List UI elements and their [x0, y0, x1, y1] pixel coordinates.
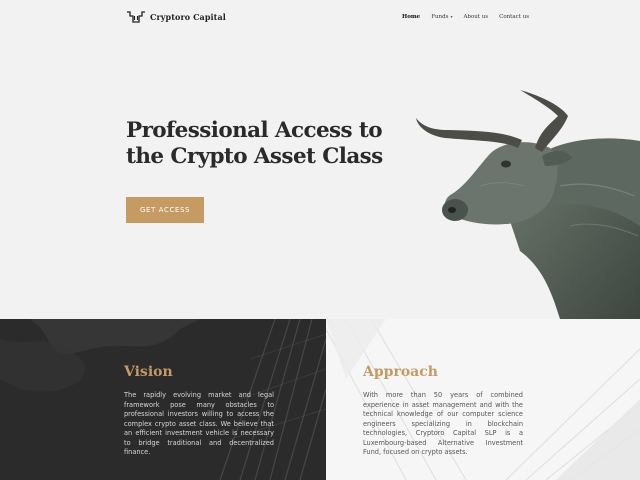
nav-about[interactable]: About us: [463, 14, 488, 20]
bull-horns-icon: [127, 11, 145, 23]
headline-line-2: the Crypto Asset Class: [126, 144, 383, 169]
main-menu: Home Funds ▾ About us Contact us: [402, 14, 540, 20]
approach-section: Approach With more than 50 years of comb…: [326, 319, 640, 480]
nav-funds[interactable]: Funds ▾: [431, 14, 452, 20]
vision-body: The rapidly evolving market and legal fr…: [124, 391, 274, 456]
brand-name: Cryptoro Capital: [150, 12, 226, 22]
nav-home[interactable]: Home: [402, 14, 420, 20]
nav-contact[interactable]: Contact us: [499, 14, 529, 20]
top-navigation: Cryptoro Capital Home Funds ▾ About us Co…: [0, 0, 640, 34]
brand-logo[interactable]: Cryptoro Capital: [126, 10, 226, 24]
approach-body: With more than 50 years of combined expe…: [363, 391, 523, 456]
hero-headline: Professional Access to the Crypto Asset …: [126, 118, 383, 170]
vision-section: Vision The rapidly evolving market and l…: [0, 319, 326, 480]
vision-title: Vision: [124, 364, 173, 380]
headline-line-1: Professional Access to: [126, 118, 383, 143]
nav-funds-label: Funds: [431, 14, 449, 20]
bull-statue-image: [416, 90, 640, 319]
chevron-down-icon: ▾: [450, 14, 453, 19]
approach-title: Approach: [363, 364, 438, 380]
get-access-button[interactable]: GET ACCESS: [126, 197, 204, 223]
